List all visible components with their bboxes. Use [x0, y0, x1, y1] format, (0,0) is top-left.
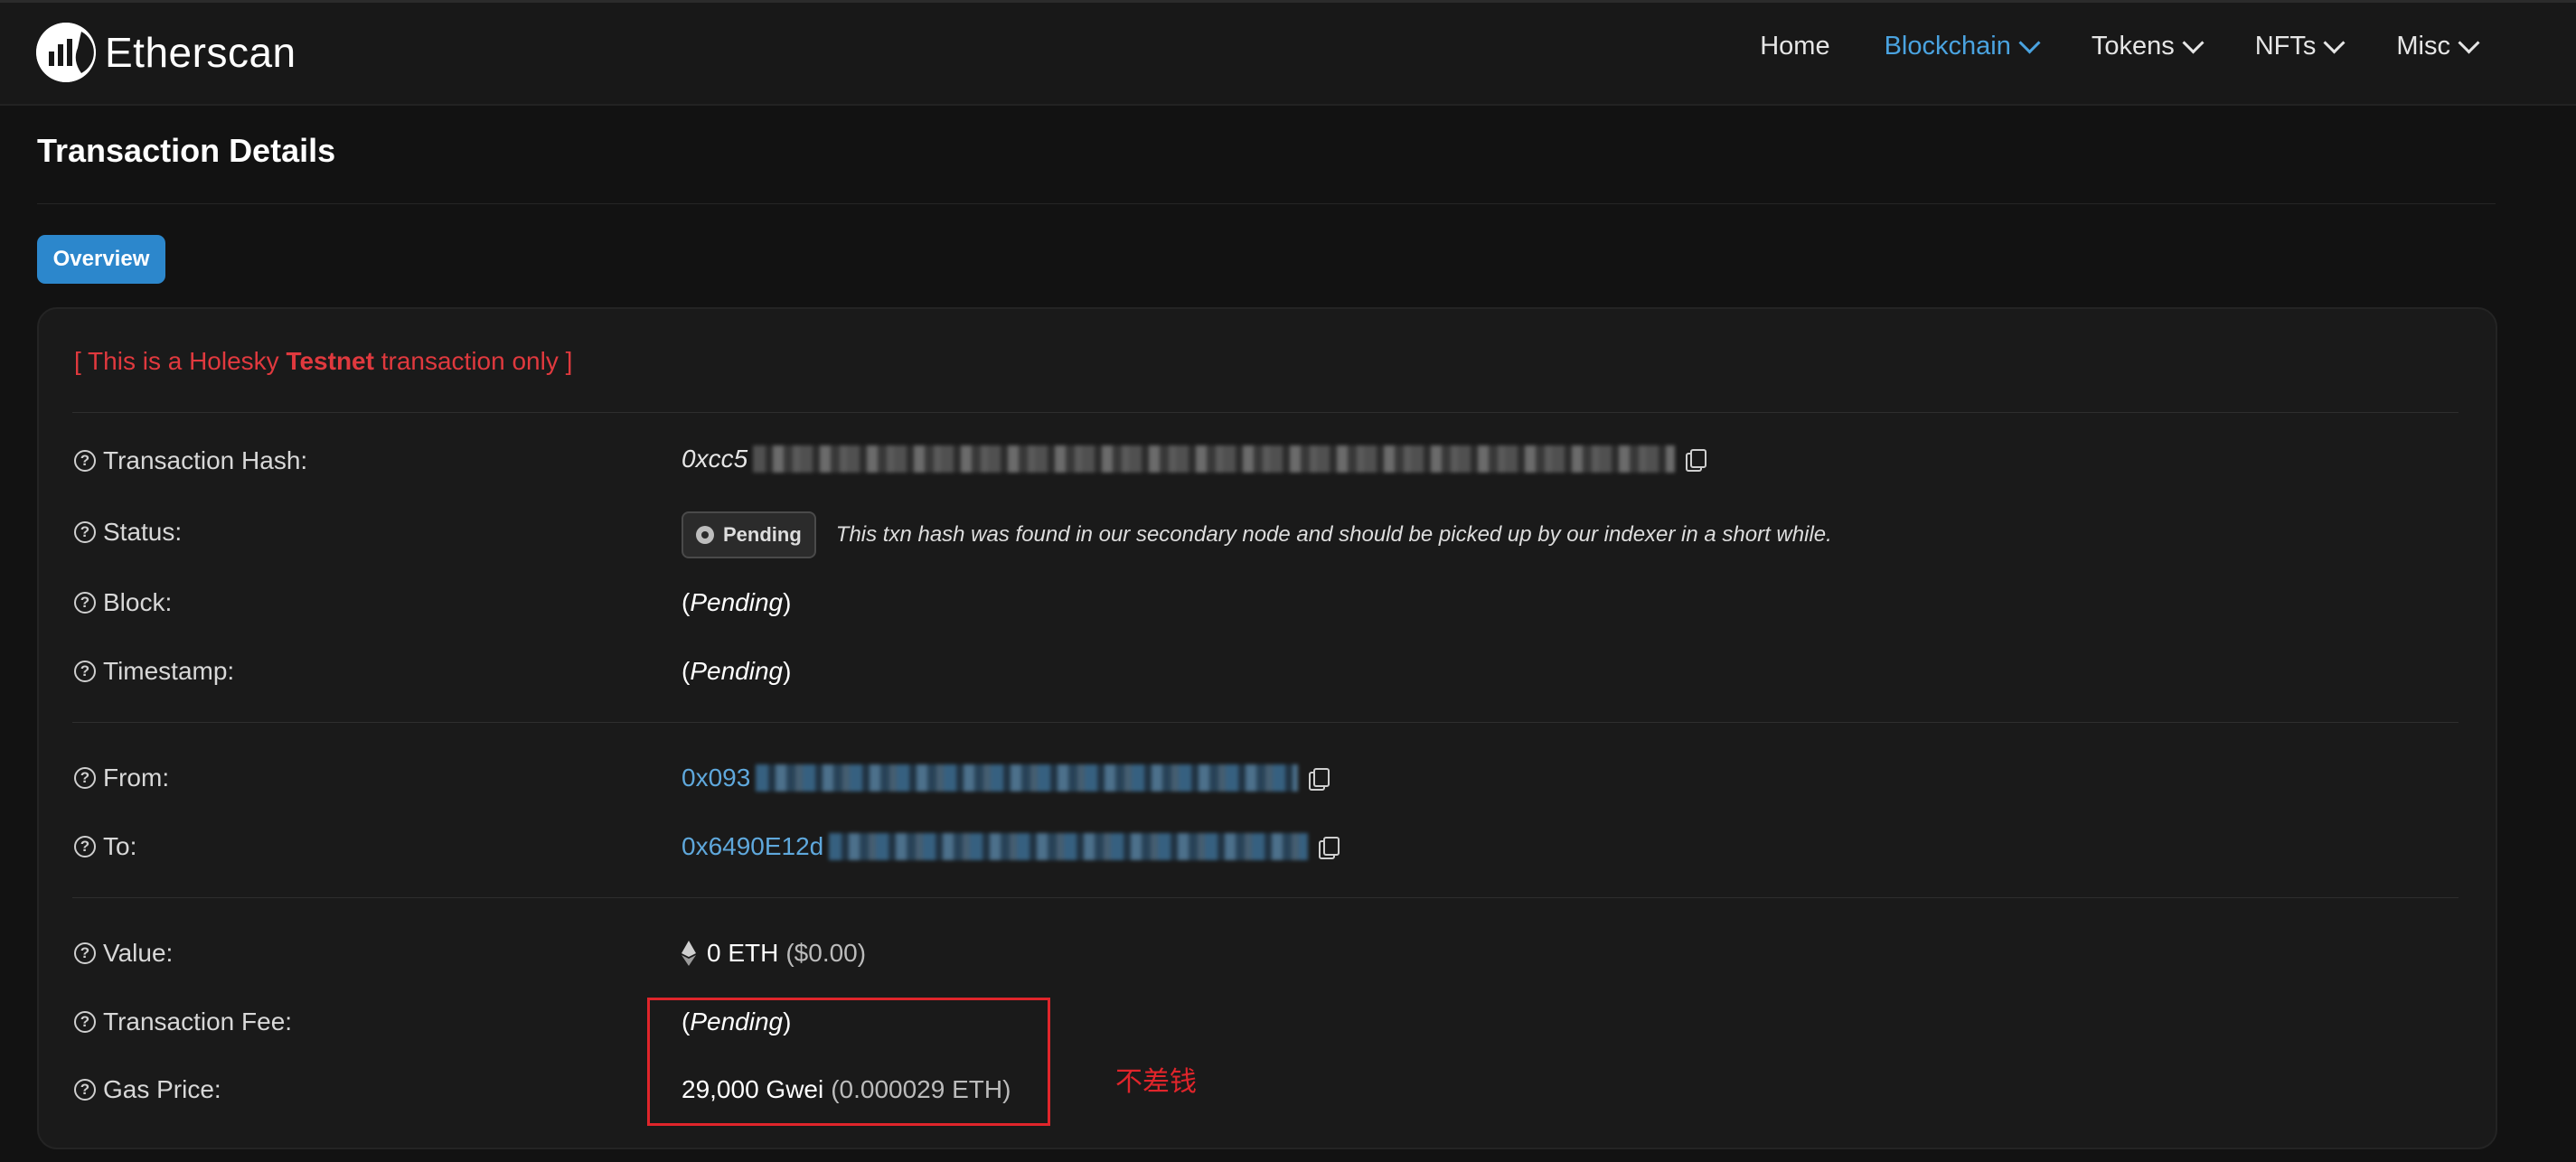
tab-overview[interactable]: Overview — [37, 235, 165, 284]
notice-testnet: Testnet — [286, 347, 374, 375]
annotation-text: 不差钱 — [1115, 1067, 1197, 1097]
status-badge-text: Pending — [723, 523, 802, 546]
status-label-text: Status: — [103, 518, 183, 546]
status-label: ? Status: — [74, 518, 182, 547]
nav-home[interactable]: Home — [1760, 32, 1829, 61]
divider — [72, 412, 2458, 413]
chevron-down-icon — [2458, 32, 2480, 54]
block-value: (Pending) — [682, 588, 791, 617]
question-icon[interactable]: ? — [74, 661, 96, 682]
timestamp-value: (Pending) — [682, 657, 791, 686]
tx-hash-redacted — [753, 445, 1676, 473]
title-divider — [37, 203, 2496, 204]
value-amount: 0 ETH — [707, 939, 779, 967]
timestamp-paren-open: ( — [682, 657, 691, 685]
nav-nfts[interactable]: NFTs — [2254, 32, 2346, 61]
copy-icon[interactable] — [1319, 837, 1340, 859]
question-icon[interactable]: ? — [74, 836, 96, 857]
timestamp-paren-close: ) — [783, 657, 792, 685]
nav-misc[interactable]: Misc — [2396, 32, 2480, 61]
block-paren-open: ( — [682, 588, 691, 616]
question-icon[interactable]: ? — [74, 1011, 96, 1033]
nav-blockchain[interactable]: Blockchain — [1884, 32, 2041, 61]
status-message: This txn hash was found in our secondary… — [835, 522, 1832, 547]
page-title: Transaction Details — [37, 132, 336, 169]
question-icon[interactable]: ? — [74, 942, 96, 964]
tx-hash-value: 0xcc5 — [682, 445, 1707, 473]
fee-label: ? Transaction Fee: — [74, 1007, 292, 1036]
tx-hash-label: ? Transaction Hash: — [74, 446, 307, 475]
nav-tokens-label: Tokens — [2091, 32, 2175, 61]
value-usd: ($0.00) — [785, 939, 867, 967]
question-icon[interactable]: ? — [74, 521, 96, 543]
nav-misc-label: Misc — [2396, 32, 2450, 61]
from-address-redacted — [756, 764, 1299, 792]
ethereum-icon — [682, 941, 696, 966]
chevron-down-icon — [2018, 32, 2041, 54]
from-label-text: From: — [103, 764, 170, 792]
to-label: ? To: — [74, 832, 136, 861]
nav-tokens[interactable]: Tokens — [2091, 32, 2205, 61]
nav-nfts-label: NFTs — [2254, 32, 2317, 61]
value-label-text: Value: — [103, 939, 174, 967]
from-address-link[interactable]: 0x093 — [682, 764, 750, 792]
nav-home-label: Home — [1760, 32, 1830, 61]
copy-icon[interactable] — [1309, 768, 1330, 791]
block-pending: Pending — [690, 588, 784, 616]
to-value: 0x6490E12d — [682, 832, 1340, 861]
etherscan-logo[interactable]: Etherscan — [36, 23, 296, 82]
main-nav: Home Blockchain Tokens NFTs Misc — [1760, 32, 2480, 61]
question-icon[interactable]: ? — [74, 592, 96, 614]
question-icon[interactable]: ? — [74, 767, 96, 789]
brand-name: Etherscan — [105, 29, 296, 76]
timestamp-pending: Pending — [690, 657, 784, 685]
to-label-text: To: — [103, 832, 137, 860]
divider — [72, 897, 2458, 898]
question-icon[interactable]: ? — [74, 450, 96, 472]
question-icon[interactable]: ? — [74, 1079, 96, 1101]
tx-hash-text: 0xcc5 — [682, 445, 748, 473]
testnet-notice: [ This is a Holesky Testnet transaction … — [74, 347, 572, 376]
from-value: 0x093 — [682, 764, 1330, 792]
block-paren-close: ) — [783, 588, 792, 616]
chevron-down-icon — [2323, 32, 2346, 54]
to-address-redacted — [829, 833, 1309, 860]
block-label: ? Block: — [74, 588, 172, 617]
timestamp-label-text: Timestamp: — [103, 657, 235, 685]
value-value: 0 ETH ($0.00) — [682, 939, 866, 968]
divider — [72, 722, 2458, 723]
etherscan-logo-icon — [36, 23, 96, 82]
block-label-text: Block: — [103, 588, 173, 616]
fee-label-text: Transaction Fee: — [103, 1007, 293, 1035]
annotation-highlight-box — [647, 998, 1050, 1126]
nav-blockchain-label: Blockchain — [1884, 32, 2011, 61]
gas-price-label: ? Gas Price: — [74, 1075, 221, 1104]
site-header: Etherscan Home Blockchain Tokens NFTs Mi… — [0, 3, 2576, 106]
pending-icon — [696, 526, 714, 544]
gas-price-label-text: Gas Price: — [103, 1075, 221, 1103]
status-value: Pending This txn hash was found in our s… — [682, 511, 1832, 558]
transaction-card — [37, 307, 2497, 1149]
to-address-link[interactable]: 0x6490E12d — [682, 832, 823, 861]
tx-hash-label-text: Transaction Hash: — [103, 446, 308, 474]
notice-prefix: [ This is a Holesky — [74, 347, 287, 375]
status-badge: Pending — [682, 511, 816, 558]
copy-icon[interactable] — [1686, 449, 1707, 472]
notice-suffix: transaction only ] — [373, 347, 573, 375]
value-label: ? Value: — [74, 939, 173, 968]
from-label: ? From: — [74, 764, 169, 792]
timestamp-label: ? Timestamp: — [74, 657, 234, 686]
chevron-down-icon — [2182, 32, 2205, 54]
